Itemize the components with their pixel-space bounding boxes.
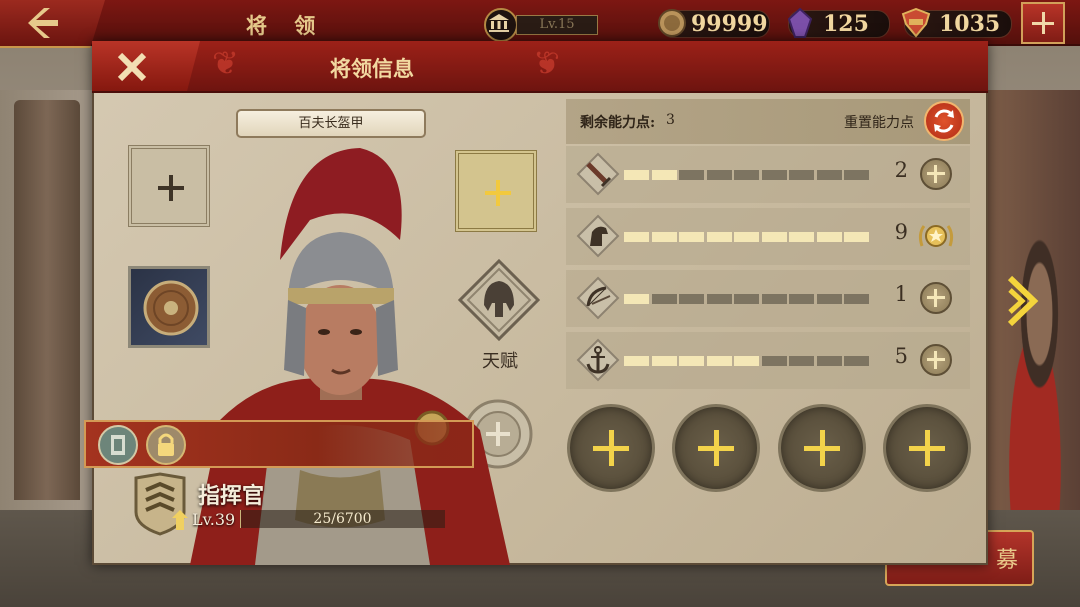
lock-icon[interactable] — [146, 425, 186, 465]
stat-bar-segment — [761, 170, 787, 180]
stat-bar — [624, 232, 872, 242]
stat-bar-segment — [734, 356, 759, 366]
city-level-text: Lv.15 — [516, 15, 598, 35]
temple-icon — [484, 8, 518, 42]
laurel-left-icon: ❦ — [212, 44, 239, 82]
stat-bar-segment — [624, 232, 649, 242]
armor-name-label[interactable]: 百夫长盔甲 — [236, 109, 426, 138]
stat-bar-segment — [789, 294, 814, 304]
stat-bar-segment — [816, 232, 842, 242]
horse-icon — [576, 214, 620, 258]
stat-value: 5 — [894, 344, 908, 368]
ability-points-header: 剩余能力点: 3 重置能力点 — [566, 99, 970, 144]
stat-bar-segment — [789, 356, 814, 366]
stat-bar-segment — [706, 294, 732, 304]
refresh-icon — [934, 109, 954, 133]
background-doorway — [0, 90, 97, 520]
remaining-points-label: 剩余能力点: — [580, 115, 656, 131]
skill-slot-add-button[interactable] — [883, 404, 971, 492]
stat-bar-segment — [679, 232, 704, 242]
reset-points-label: 重置能力点 — [844, 115, 914, 131]
stat-bar-segment — [844, 356, 869, 366]
stat-value: 2 — [894, 158, 908, 182]
rank-badge-icon — [134, 472, 188, 536]
stat-bar-segment — [651, 232, 677, 242]
coin-icon — [658, 9, 686, 37]
stat-bar-segment — [624, 170, 649, 180]
stat-bar-segment — [844, 170, 869, 180]
coin-counter: 99999 — [658, 9, 770, 38]
experience-bar: 25/6700 — [240, 510, 445, 528]
stat-bar-segment — [844, 294, 869, 304]
stat-bar-segment — [624, 356, 649, 366]
add-point-button[interactable] — [920, 158, 952, 190]
stat-value: 9 — [894, 220, 908, 244]
add-currency-button[interactable] — [1021, 2, 1065, 44]
stat-bar-segment — [734, 294, 759, 304]
laurel-right-icon: ❦ — [533, 44, 560, 82]
experience-text: 25/6700 — [313, 511, 372, 527]
reset-points-button[interactable] — [924, 101, 964, 141]
stat-bar-segment — [706, 356, 732, 366]
skill-slot-add-button[interactable] — [567, 404, 655, 492]
stat-row-cavalry: 9 — [566, 208, 970, 265]
stat-bar-segment — [679, 170, 704, 180]
honor-counter: 1035 — [901, 8, 1012, 38]
max-level-medal-icon — [918, 225, 954, 247]
spqr-eagle-icon — [901, 8, 931, 38]
stat-bar-segment — [651, 356, 677, 366]
hero-level: Lv.39 — [192, 510, 236, 529]
stat-bar-segment — [844, 232, 869, 242]
stat-bar-segment — [706, 170, 732, 180]
stat-bar-segment — [761, 232, 787, 242]
stat-bar-segment — [816, 356, 842, 366]
stat-bar-segment — [624, 294, 649, 304]
stat-bar-segment — [651, 294, 677, 304]
city-level: Lv.15 — [484, 8, 598, 42]
remaining-points-value: 3 — [666, 112, 675, 128]
page-title: 将 领 — [246, 13, 326, 38]
stat-bar-segment — [789, 170, 814, 180]
rank-title: 指挥官 — [198, 483, 265, 509]
coin-value: 99999 — [691, 11, 768, 37]
skill-slot-add-button[interactable] — [778, 404, 866, 492]
gem-counter: 125 — [787, 8, 890, 38]
stat-bar-segment — [651, 170, 677, 180]
gem-value: 125 — [823, 11, 869, 37]
skill-strip — [84, 420, 474, 468]
stat-row-navy: 5 — [566, 332, 970, 389]
skill-slot-add-button[interactable] — [672, 404, 760, 492]
stat-bar-segment — [789, 232, 814, 242]
stat-bar — [624, 294, 872, 304]
stat-bar-segment — [761, 356, 787, 366]
honor-value: 1035 — [939, 11, 1001, 37]
stat-bar-segment — [761, 294, 787, 304]
stat-bar-segment — [816, 170, 842, 180]
sword-icon — [576, 152, 620, 196]
stat-bar-segment — [679, 356, 704, 366]
stat-bar-segment — [679, 294, 704, 304]
bow-icon — [576, 276, 620, 320]
stat-bar — [624, 170, 872, 180]
stat-bar — [624, 356, 872, 366]
stat-bar-segment — [734, 170, 759, 180]
close-button[interactable] — [92, 41, 200, 91]
add-point-button[interactable] — [920, 344, 952, 376]
skill-emblem-icon[interactable] — [98, 425, 138, 465]
back-arrow-icon — [28, 8, 58, 38]
add-point-button[interactable] — [920, 282, 952, 314]
stat-row-archery: 1 — [566, 270, 970, 327]
stat-value: 1 — [894, 282, 908, 306]
stat-row-attack: 2 — [566, 146, 970, 203]
stat-bar-segment — [734, 232, 759, 242]
stat-bar-segment — [706, 232, 732, 242]
back-button[interactable] — [0, 0, 105, 48]
next-general-arrow-icon[interactable] — [1004, 272, 1044, 330]
gem-icon — [787, 8, 813, 38]
close-icon — [117, 52, 147, 82]
anchor-icon — [576, 338, 620, 382]
stat-bar-segment — [816, 294, 842, 304]
